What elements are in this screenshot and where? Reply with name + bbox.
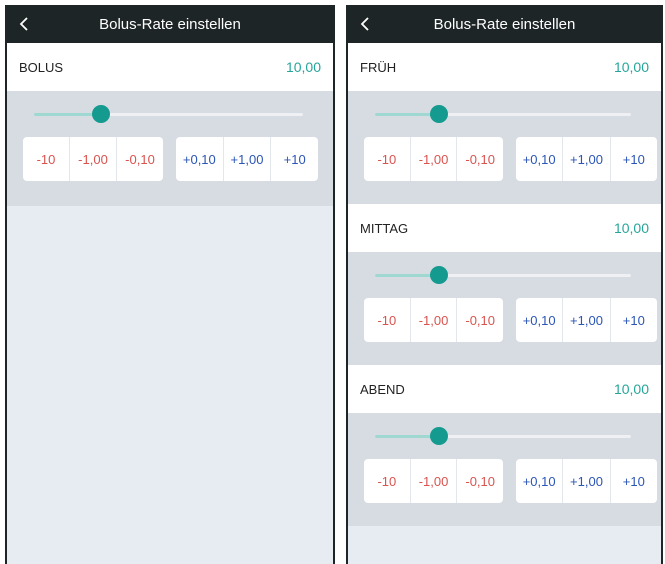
row-label: ABEND xyxy=(360,381,405,397)
row-label: FRÜH xyxy=(360,59,397,75)
decrement-group: -10 -1,00 -0,10 xyxy=(364,137,503,181)
minus-1-button[interactable]: -1,00 xyxy=(411,137,458,181)
plus-0-1-button[interactable]: +0,10 xyxy=(176,137,224,181)
plus-1-button[interactable]: +1,00 xyxy=(563,459,611,503)
row-value: 10,00 xyxy=(285,59,321,75)
rate-slider[interactable] xyxy=(375,105,631,123)
right-screen: Bolus-Rate einstellen FRÜH 10,00 -10 -1,… xyxy=(346,5,663,564)
row-header-abend: ABEND 10,00 xyxy=(348,365,661,413)
decrement-group: -10 -1,00 -0,10 xyxy=(23,137,163,181)
minus-0-1-button[interactable]: -0,10 xyxy=(457,459,503,503)
rate-slider[interactable] xyxy=(375,266,631,284)
page-title: Bolus-Rate einstellen xyxy=(99,15,241,33)
left-screen: Bolus-Rate einstellen BOLUS 10,00 -10 -1… xyxy=(5,5,335,564)
row-label: BOLUS xyxy=(19,59,64,75)
plus-1-button[interactable]: +1,00 xyxy=(563,137,611,181)
minus-0-1-button[interactable]: -0,10 xyxy=(457,137,503,181)
row-header-frueh: FRÜH 10,00 xyxy=(348,43,661,91)
minus-0-1-button[interactable]: -0,10 xyxy=(117,137,163,181)
plus-10-button[interactable]: +10 xyxy=(271,137,318,181)
row-value: 10,00 xyxy=(613,381,649,397)
plus-0-1-button[interactable]: +0,10 xyxy=(516,298,564,342)
slider-thumb[interactable] xyxy=(430,105,448,123)
row-value: 10,00 xyxy=(613,59,649,75)
decrement-group: -10 -1,00 -0,10 xyxy=(364,459,503,503)
plus-10-button[interactable]: +10 xyxy=(611,298,657,342)
minus-10-button[interactable]: -10 xyxy=(364,298,411,342)
slider-thumb[interactable] xyxy=(430,427,448,445)
minus-10-button[interactable]: -10 xyxy=(364,459,411,503)
title-bar: Bolus-Rate einstellen xyxy=(348,5,661,43)
minus-1-button[interactable]: -1,00 xyxy=(411,459,458,503)
slider-thumb[interactable] xyxy=(430,266,448,284)
row-header-mittag: MITTAG 10,00 xyxy=(348,204,661,252)
increment-group: +0,10 +1,00 +10 xyxy=(516,459,657,503)
minus-10-button[interactable]: -10 xyxy=(23,137,70,181)
rate-slider[interactable] xyxy=(34,105,303,123)
increment-group: +0,10 +1,00 +10 xyxy=(516,137,657,181)
plus-10-button[interactable]: +10 xyxy=(611,459,657,503)
plus-1-button[interactable]: +1,00 xyxy=(563,298,611,342)
slider-thumb[interactable] xyxy=(92,105,111,123)
minus-1-button[interactable]: -1,00 xyxy=(70,137,117,181)
row-label: MITTAG xyxy=(360,220,409,236)
minus-1-button[interactable]: -1,00 xyxy=(411,298,458,342)
plus-0-1-button[interactable]: +0,10 xyxy=(516,137,564,181)
increment-group: +0,10 +1,00 +10 xyxy=(516,298,657,342)
slider-fill xyxy=(34,113,102,116)
title-bar: Bolus-Rate einstellen xyxy=(7,5,333,43)
decrement-group: -10 -1,00 -0,10 xyxy=(364,298,503,342)
plus-0-1-button[interactable]: +0,10 xyxy=(516,459,564,503)
row-panel-bolus: -10 -1,00 -0,10 +0,10 +1,00 +10 xyxy=(7,91,333,206)
page-title: Bolus-Rate einstellen xyxy=(433,15,576,33)
row-panel-mittag: -10 -1,00 -0,10 +0,10 +1,00 +10 xyxy=(348,252,661,365)
row-header-bolus: BOLUS 10,00 xyxy=(7,43,333,91)
plus-10-button[interactable]: +10 xyxy=(611,137,657,181)
plus-1-button[interactable]: +1,00 xyxy=(224,137,272,181)
row-panel-frueh: -10 -1,00 -0,10 +0,10 +1,00 +10 xyxy=(348,91,661,204)
minus-0-1-button[interactable]: -0,10 xyxy=(457,298,503,342)
row-value: 10,00 xyxy=(613,220,649,236)
increment-group: +0,10 +1,00 +10 xyxy=(176,137,318,181)
chevron-left-icon[interactable] xyxy=(358,16,374,32)
minus-10-button[interactable]: -10 xyxy=(364,137,411,181)
rate-slider[interactable] xyxy=(375,427,631,445)
row-panel-abend: -10 -1,00 -0,10 +0,10 +1,00 +10 xyxy=(348,413,661,526)
chevron-left-icon[interactable] xyxy=(17,16,33,32)
